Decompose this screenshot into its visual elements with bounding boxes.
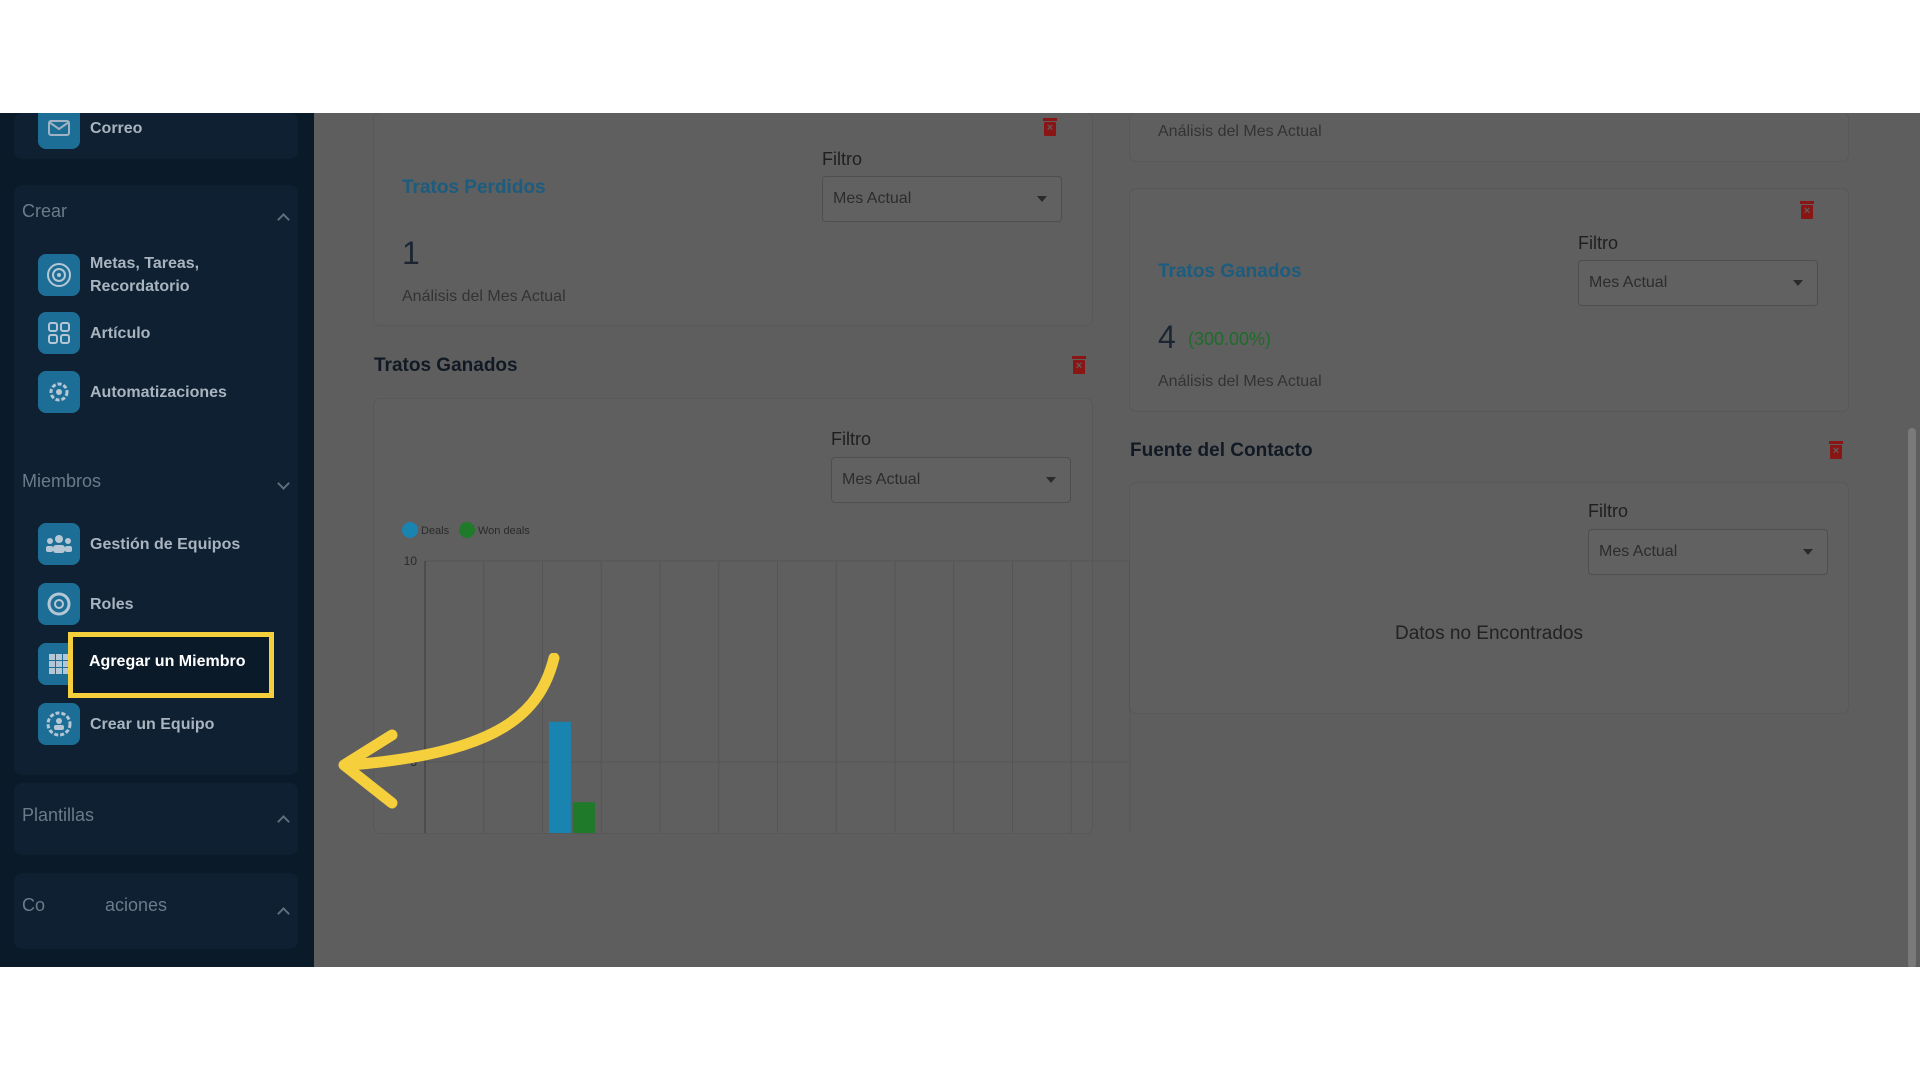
card-title[interactable]: Tratos Perdidos xyxy=(402,177,546,199)
filter-label: Filtro xyxy=(1578,233,1618,253)
sidebar-item-metas[interactable]: Metas, Tareas, Recordatorio xyxy=(38,252,298,298)
section-title: Co aciones xyxy=(22,895,168,915)
annotation-arrow xyxy=(338,653,560,809)
sidebar: Correo Crear Metas, Tareas, Recordatorio … xyxy=(0,113,314,967)
legend-marker xyxy=(459,522,475,538)
sidebar-item-roles[interactable]: Roles xyxy=(38,583,298,625)
chevron-up-icon[interactable] xyxy=(277,815,290,828)
grid-icon xyxy=(38,312,80,354)
sidebar-item-label: Gestión de Equipos xyxy=(90,535,241,553)
section-title: Fuente del Contacto xyxy=(1130,440,1313,461)
section-title: Miembros xyxy=(22,471,102,491)
filter-select[interactable]: Mes Actual xyxy=(1578,260,1818,306)
sidebar-item-label: Roles xyxy=(90,595,134,613)
sidebar-item-label: Metas, Tareas, Recordatorio xyxy=(90,255,200,295)
sidebar-item-label: Artículo xyxy=(90,324,151,342)
chevron-down-icon[interactable] xyxy=(277,477,290,490)
card-contact-source: Filtro Mes Actual Datos no Encontrados xyxy=(1130,483,1848,713)
chevron-up-icon[interactable] xyxy=(277,213,290,226)
mail-icon xyxy=(38,113,80,149)
sidebar-item-label: Crear un Equipo xyxy=(90,715,215,733)
y-tick-label: 10 xyxy=(404,554,418,568)
metric-change: (300.00%) xyxy=(1188,329,1272,349)
card-top-right: Análisis del Mes Actual xyxy=(1130,113,1848,161)
empty-state: Datos no Encontrados xyxy=(1394,623,1583,644)
team-icon xyxy=(38,523,80,565)
sidebar-item-gestion-equipos[interactable]: Gestión de Equipos xyxy=(38,523,298,565)
metric-subtitle: Análisis del Mes Actual xyxy=(402,288,566,305)
legend-label: Won deals xyxy=(478,525,530,537)
bar-won-deals xyxy=(572,802,595,833)
sidebar-item-articulo[interactable]: Artículo xyxy=(38,312,298,354)
card-tratos-ganados: × Tratos Ganados Filtro Mes Actual 4 (30… xyxy=(1130,189,1848,411)
legend-marker xyxy=(402,522,418,538)
app-window: Correo Crear Metas, Tareas, Recordatorio … xyxy=(0,113,1920,967)
filter-label: Filtro xyxy=(822,149,862,169)
card-tratos-perdidos: × Tratos Perdidos Filtro Mes Actual 1 An… xyxy=(374,113,1092,325)
sidebar-item-correo[interactable]: Correo xyxy=(38,113,298,149)
sidebar-section-configuraciones[interactable]: Co aciones xyxy=(14,873,298,949)
trash-icon[interactable]: × xyxy=(1072,356,1086,374)
sidebar-item-automatizaciones[interactable]: Automatizaciones xyxy=(38,371,298,413)
metric-value: 4 xyxy=(1158,319,1176,355)
chevron-up-icon[interactable] xyxy=(277,907,290,920)
card-title[interactable]: Tratos Ganados xyxy=(1158,261,1302,283)
caret-down-icon xyxy=(1037,196,1047,202)
scrollbar[interactable] xyxy=(1908,428,1916,967)
metric-value: 1 xyxy=(402,235,420,271)
sidebar-item-label-agregar-miembro[interactable]: Agregar un Miembro xyxy=(89,653,245,671)
target-icon xyxy=(38,254,80,296)
filter-label: Filtro xyxy=(1588,501,1628,521)
metric-subtitle: Análisis del Mes Actual xyxy=(1158,373,1322,390)
caret-down-icon xyxy=(1793,280,1803,286)
metric-subtitle: Análisis del Mes Actual xyxy=(1158,123,1322,140)
filter-select[interactable]: Mes Actual xyxy=(1588,529,1828,575)
trash-icon[interactable]: × xyxy=(1800,201,1814,219)
team-gear-icon xyxy=(38,703,80,745)
section-title: Tratos Ganados xyxy=(374,355,518,376)
trash-icon[interactable]: × xyxy=(1043,118,1057,136)
gear-icon xyxy=(38,371,80,413)
sidebar-item-label: Automatizaciones xyxy=(90,383,227,401)
filter-select[interactable]: Mes Actual xyxy=(822,176,1062,222)
section-title: Plantillas xyxy=(22,805,95,825)
sidebar-card-top: Correo xyxy=(14,113,298,159)
roles-icon xyxy=(38,583,80,625)
section-title: Crear xyxy=(22,201,68,221)
caret-down-icon xyxy=(1803,549,1813,555)
trash-icon[interactable]: × xyxy=(1829,441,1843,459)
sidebar-item-crear-equipo[interactable]: Crear un Equipo xyxy=(38,703,298,745)
legend-label: Deals xyxy=(421,525,450,537)
sidebar-section-plantillas[interactable]: Plantillas xyxy=(14,783,298,855)
sidebar-item-label: Correo xyxy=(90,119,143,137)
